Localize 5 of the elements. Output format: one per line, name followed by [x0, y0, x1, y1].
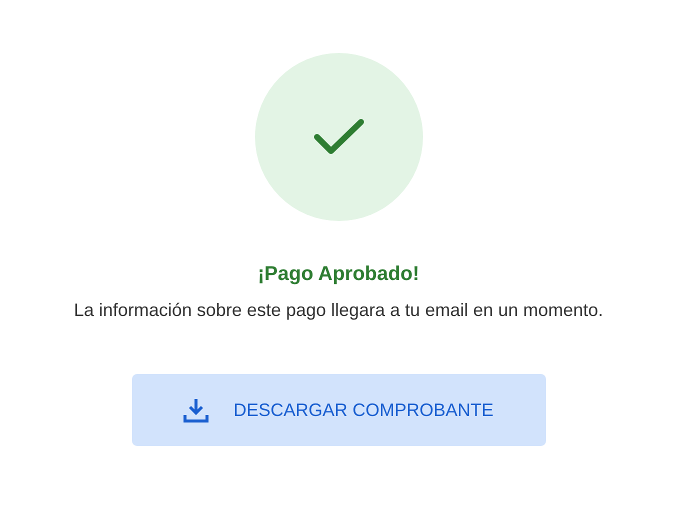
status-title: ¡Pago Aprobado!: [258, 262, 420, 287]
download-icon: [183, 397, 210, 423]
download-button[interactable]: DESCARGAR COMPROBANTE: [132, 374, 546, 446]
checkmark-icon: [312, 118, 364, 156]
status-message: La información sobre este pago llegara a tu email en un momento.: [74, 299, 604, 322]
